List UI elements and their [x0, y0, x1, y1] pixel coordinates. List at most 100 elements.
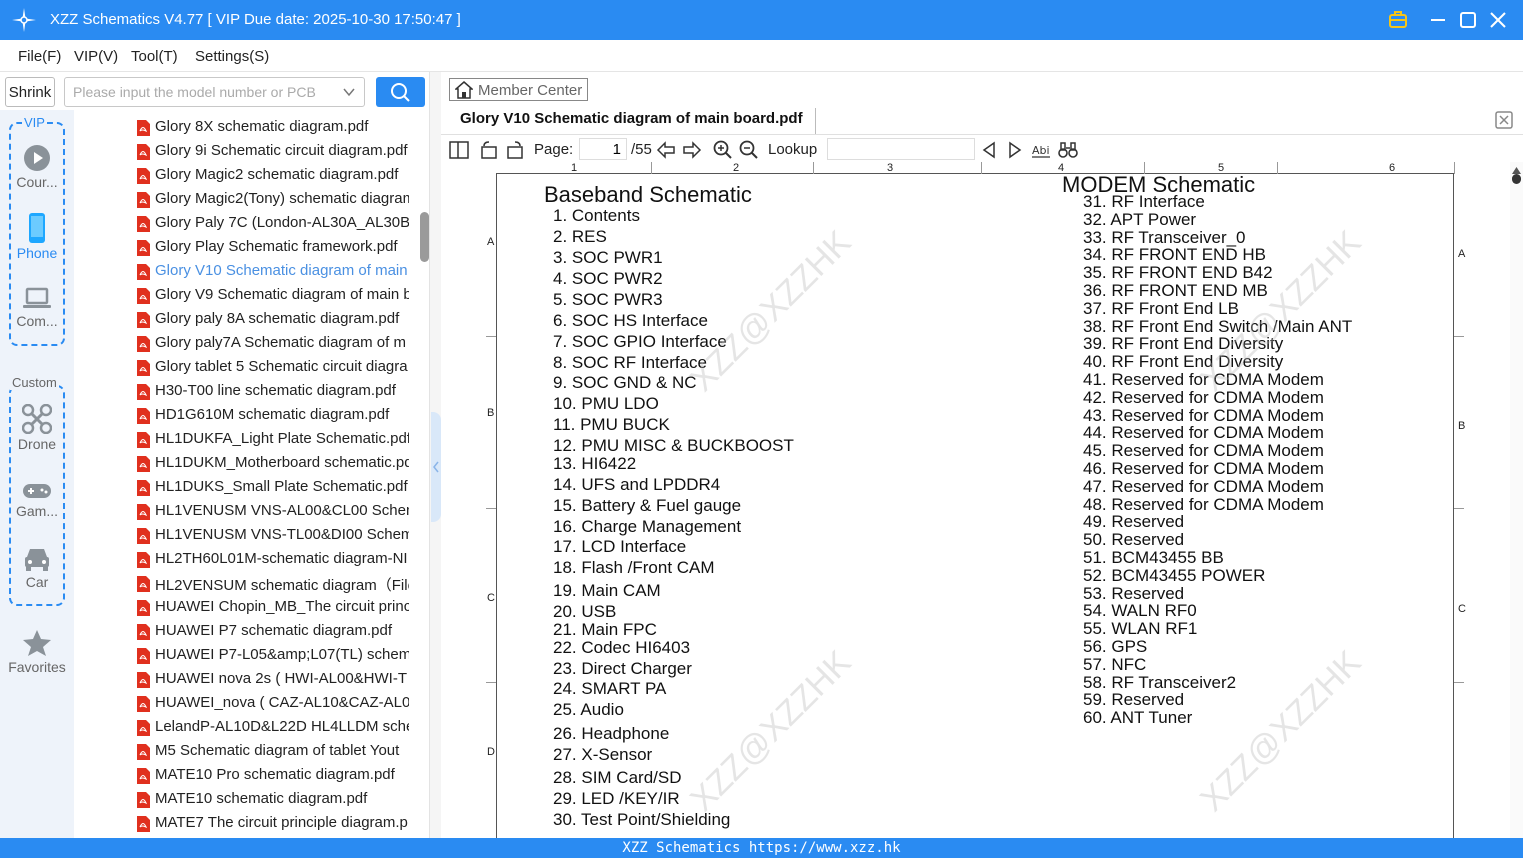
pdf-viewport[interactable]: Baseband Schematic MODEM Schematic 12345…	[441, 162, 1510, 838]
file-name: HL1DUKS_Small Plate Schematic.pdf	[155, 478, 408, 495]
minimize-icon[interactable]	[1426, 8, 1450, 32]
file-list-item[interactable]: HUAWEI nova 2s ( HWI-AL00&HWI-T	[136, 668, 416, 692]
panel-splitter[interactable]	[429, 72, 441, 838]
rail-item-courses[interactable]: Cour...	[5, 144, 69, 190]
file-list-item[interactable]: HL1VENUSM VNS-TL00&DI00 Schema	[136, 524, 416, 548]
menu-settings[interactable]: Settings(S)	[195, 48, 269, 65]
ruler-tick	[1454, 162, 1455, 174]
next-page-icon[interactable]	[682, 140, 702, 160]
file-list-item[interactable]: HUAWEI P7-L05&amp;L07(TL) schema	[136, 644, 416, 668]
file-list-item[interactable]: Glory 9i Schematic circuit diagram.pdf	[136, 140, 416, 164]
file-list-item[interactable]: HL1DUKS_Small Plate Schematic.pdf	[136, 476, 416, 500]
file-list-item[interactable]: Glory Magic2(Tony) schematic diagram	[136, 188, 416, 212]
menu-file[interactable]: File(F)	[18, 48, 61, 65]
file-list-item[interactable]: LelandP-AL10D&L22D HL4LLDM sche	[136, 716, 416, 740]
find-previous-icon[interactable]	[979, 140, 999, 160]
file-name: HD1G610M schematic diagram.pdf	[155, 406, 390, 423]
ruler-tick	[651, 162, 652, 174]
ruler-col-label: 3	[887, 162, 894, 174]
file-list-item[interactable]: MATE10 Pro schematic diagram.pdf	[136, 764, 416, 788]
ruler-tick	[813, 162, 814, 174]
viewer-scrollbar[interactable]	[1510, 162, 1523, 838]
baseband-entry: 15. Battery & Fuel gauge	[553, 496, 742, 515]
menu-tool[interactable]: Tool(T)	[131, 48, 178, 65]
shrink-button[interactable]: Shrink	[5, 77, 55, 107]
match-case-icon[interactable]: Abi	[1031, 140, 1051, 160]
lookup-input[interactable]	[827, 138, 975, 160]
pdf-file-icon	[137, 792, 150, 808]
custom-group-title: Custom	[10, 375, 59, 390]
search-input[interactable]	[65, 78, 335, 106]
pdf-file-icon	[137, 696, 150, 712]
file-list-item[interactable]: HD1G610M schematic diagram.pdf	[136, 404, 416, 428]
file-list-item[interactable]: HL1DUKFA_Light Plate Schematic.pdf	[136, 428, 416, 452]
zoom-in-icon[interactable]	[713, 140, 733, 160]
file-list-item[interactable]: MATE10 schematic diagram.pdf	[136, 788, 416, 812]
rail-item-games[interactable]: Gam...	[5, 481, 69, 519]
search-button[interactable]	[376, 77, 425, 107]
file-list-item[interactable]: HL2VENSUM schematic diagram（File	[136, 572, 416, 596]
ruler-tick	[1454, 508, 1464, 509]
pdf-file-icon	[137, 600, 150, 616]
pdf-file-icon	[137, 624, 150, 640]
binoculars-icon[interactable]	[1058, 140, 1078, 160]
file-list-item[interactable]: HUAWEI_nova ( CAZ-AL10&CAZ-AL0	[136, 692, 416, 716]
file-list-item[interactable]: Glory Magic2 schematic diagram.pdf	[136, 164, 416, 188]
file-list-scroll-thumb[interactable]	[420, 212, 429, 262]
file-list-item[interactable]: HL2TH60L01M-schematic diagram-NI	[136, 548, 416, 572]
file-list-item[interactable]: Glory paly 8A schematic diagram.pdf	[136, 308, 416, 332]
rail-item-drone[interactable]: Drone	[5, 404, 69, 452]
baseband-entry: 10. PMU LDO	[553, 394, 659, 413]
tab-document[interactable]: Glory V10 Schematic diagram of main boar…	[449, 108, 816, 134]
file-list-item[interactable]: Glory V9 Schematic diagram of main b	[136, 284, 416, 308]
ruler-tick	[1454, 682, 1464, 683]
close-tab-icon[interactable]	[1494, 110, 1514, 130]
maximize-icon[interactable]	[1456, 8, 1480, 32]
file-list-item[interactable]: Glory paly7A Schematic diagram of m	[136, 332, 416, 356]
vip-briefcase-icon[interactable]	[1386, 8, 1410, 32]
pdf-file-icon	[137, 192, 150, 208]
rotate-left-icon[interactable]	[479, 140, 499, 160]
member-center-button[interactable]: Member Center	[449, 78, 588, 101]
zoom-out-icon[interactable]	[739, 140, 759, 160]
file-list-item[interactable]: Glory V10 Schematic diagram of main	[136, 260, 416, 284]
laptop-icon	[23, 287, 51, 308]
find-next-icon[interactable]	[1005, 140, 1025, 160]
previous-page-icon[interactable]	[656, 140, 676, 160]
pdf-file-icon	[137, 648, 150, 664]
sidebar-toggle-icon[interactable]	[449, 140, 469, 160]
file-list-item[interactable]: HL1DUKM_Motherboard schematic.pdf	[136, 452, 416, 476]
file-list-item[interactable]: Glory Paly 7C (London-AL30A_AL30B_	[136, 212, 416, 236]
file-list-item[interactable]: HUAWEI Chopin_MB_The circuit princ	[136, 596, 416, 620]
file-list-item[interactable]: Glory 8X schematic diagram.pdf	[136, 116, 416, 140]
file-name: Glory Magic2(Tony) schematic diagram	[155, 190, 416, 207]
viewer-scroll-thumb[interactable]	[1512, 174, 1521, 184]
baseband-entry: 16. Charge Management	[553, 517, 742, 536]
rail-item-computer[interactable]: Com...	[5, 287, 69, 329]
page-number-input[interactable]	[579, 138, 627, 160]
menu-vip[interactable]: VIP(V)	[74, 48, 118, 65]
drone-icon	[22, 404, 52, 434]
file-list-item[interactable]: MATE7 The circuit principle diagram.p	[136, 812, 416, 836]
file-list-item[interactable]: M5 Schematic diagram of tablet Yout	[136, 740, 416, 764]
file-list-item[interactable]: H30-T00 line schematic diagram.pdf	[136, 380, 416, 404]
baseband-entry: 26. Headphone	[553, 724, 670, 743]
file-list-item[interactable]: HUAWEI P7 schematic diagram.pdf	[136, 620, 416, 644]
rotate-right-icon[interactable]	[505, 140, 525, 160]
close-icon[interactable]	[1486, 8, 1510, 32]
collapse-handle[interactable]	[431, 412, 441, 522]
rail-item-favorites[interactable]: Favorites	[5, 629, 69, 675]
rail-item-phone[interactable]: Phone	[5, 213, 69, 261]
file-list-item[interactable]: Glory tablet 5 Schematic circuit diagra	[136, 356, 416, 380]
pdf-file-icon	[137, 768, 150, 784]
chevron-down-icon[interactable]	[342, 85, 356, 99]
rail-item-car[interactable]: Car	[5, 546, 69, 590]
file-list-item[interactable]: Glory Play Schematic framework.pdf	[136, 236, 416, 260]
home-icon	[455, 81, 473, 99]
file-list-item[interactable]: HL1VENUSM VNS-AL00&CL00 Schem	[136, 500, 416, 524]
rail-item-label: Cour...	[16, 174, 58, 190]
file-name: Glory V9 Schematic diagram of main b	[155, 286, 412, 303]
app-logo-icon	[12, 8, 36, 32]
ruler-row-label: D	[487, 746, 495, 758]
gamepad-icon	[23, 484, 51, 498]
